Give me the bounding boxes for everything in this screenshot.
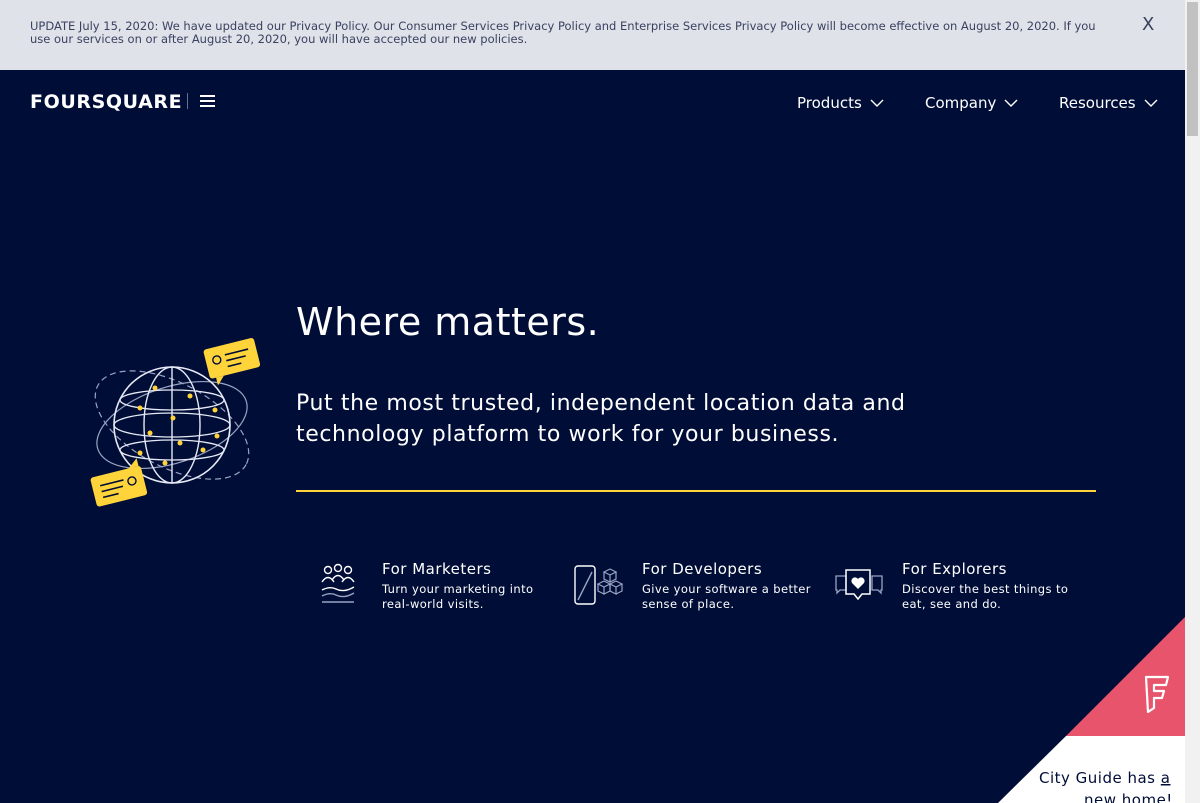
people-icon: [321, 563, 355, 603]
nav-company-label: Company: [925, 94, 997, 112]
hero-divider: [296, 490, 1096, 492]
city-guide-link-rest[interactable]: new home!: [1084, 791, 1173, 803]
logo-divider: [187, 93, 188, 109]
feature-marketers-title: For Marketers: [382, 560, 492, 578]
svg-text:City Guide has a: City Guide has a: [1039, 769, 1170, 787]
feature-explorers[interactable]: For Explorers Discover the best things t…: [834, 560, 1074, 620]
city-guide-promo[interactable]: City Guide has a new home!: [998, 617, 1185, 803]
chevron-down-icon: [1004, 99, 1018, 107]
feature-marketers[interactable]: For Marketers Turn your marketing into r…: [314, 560, 554, 620]
banner-close-button[interactable]: X: [1142, 16, 1154, 33]
nav-resources[interactable]: Resources: [1059, 94, 1158, 112]
feature-developers-desc: Give your software a better sense of pla…: [642, 582, 811, 611]
foursquare-logo[interactable]: FOURSQUARE: [30, 91, 182, 113]
feature-explorers-title: For Explorers: [902, 560, 1007, 578]
hero-title: Where matters.: [296, 300, 600, 344]
nav-products[interactable]: Products: [797, 94, 884, 112]
feature-marketers-desc: Turn your marketing into real-world visi…: [382, 582, 534, 611]
feature-explorers-desc: Discover the best things to eat, see and…: [902, 582, 1069, 611]
privacy-banner: UPDATE July 15, 2020: We have updated ou…: [0, 0, 1185, 70]
scrollbar-thumb[interactable]: [1187, 2, 1198, 136]
heart-chat-icon: [835, 569, 883, 601]
feature-developers[interactable]: For Developers Give your software a bett…: [574, 560, 814, 620]
feature-developers-title: For Developers: [642, 560, 763, 578]
privacy-banner-text: UPDATE July 15, 2020: We have updated ou…: [30, 19, 1096, 46]
chevron-down-icon: [1144, 99, 1158, 107]
nav-products-label: Products: [797, 94, 862, 112]
nav-company[interactable]: Company: [925, 94, 1018, 112]
city-guide-text: City Guide has: [1039, 769, 1161, 787]
hamburger-menu-icon[interactable]: [200, 95, 215, 107]
globe-illustration: [90, 338, 260, 507]
scrollbar[interactable]: [1185, 0, 1200, 803]
chevron-down-icon: [870, 99, 884, 107]
hero-subtitle: Put the most trusted, independent locati…: [296, 391, 906, 447]
phone-cubes-icon: [574, 565, 624, 605]
city-guide-link[interactable]: a: [1161, 769, 1171, 787]
nav-resources-label: Resources: [1059, 94, 1136, 112]
